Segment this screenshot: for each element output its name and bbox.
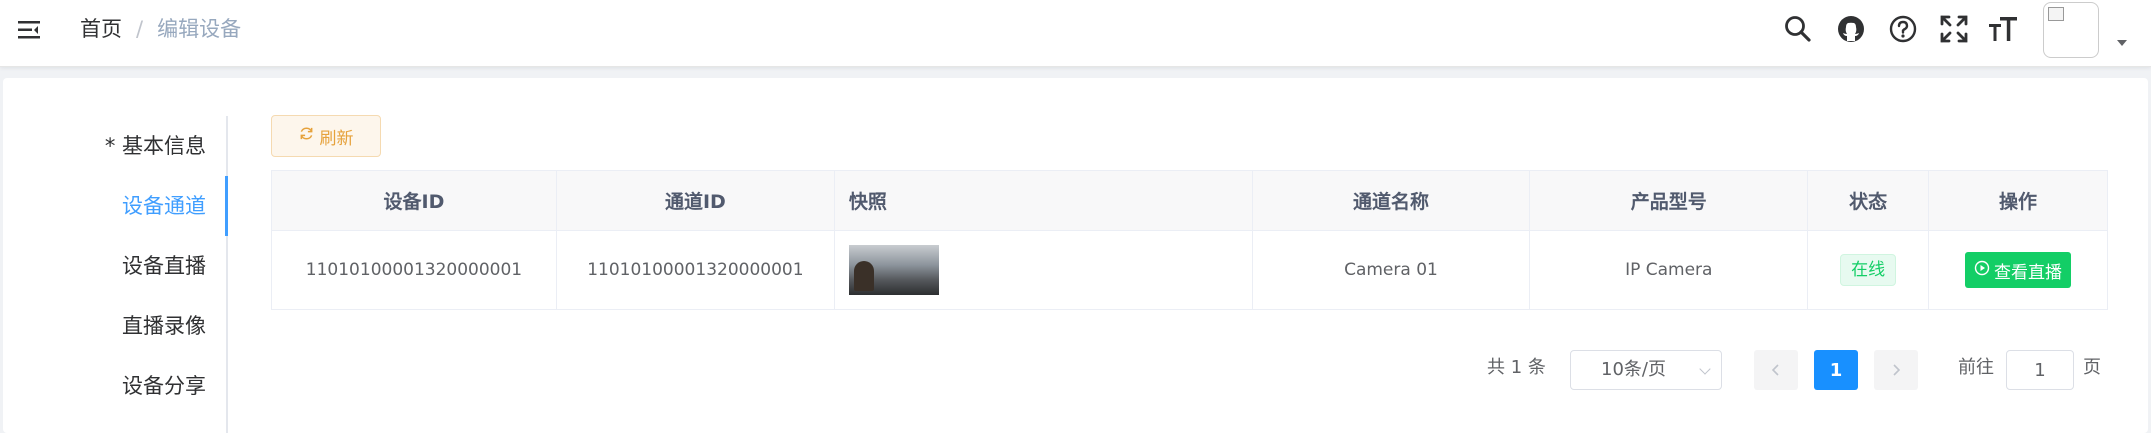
breadcrumb: 首页 / 编辑设备 bbox=[80, 15, 241, 43]
edit-device-card: * 基本信息 设备通道 设备直播 直播录像 设备分享 刷新 设备ID 通道ID … bbox=[3, 78, 2148, 433]
cell-snapshot bbox=[833, 230, 1253, 310]
header-device-id: 设备ID bbox=[271, 170, 557, 231]
font-size-icon[interactable] bbox=[1988, 14, 2018, 44]
cell-channel-name: Camera 01 bbox=[1251, 230, 1531, 310]
play-circle-icon bbox=[1974, 260, 1990, 281]
cell-device-id: 11010100001320000001 bbox=[271, 230, 557, 310]
tab-device-share[interactable]: 设备分享 bbox=[122, 356, 206, 416]
goto-page-input[interactable] bbox=[2006, 350, 2074, 390]
chevron-right-icon bbox=[1893, 364, 1901, 376]
top-navbar: 首页 / 编辑设备 bbox=[0, 0, 2151, 67]
chevron-down-icon bbox=[1699, 363, 1711, 375]
header-status: 状态 bbox=[1807, 170, 1930, 231]
refresh-icon bbox=[299, 126, 314, 146]
refresh-button[interactable]: 刷新 bbox=[271, 115, 381, 157]
header-product-model: 产品型号 bbox=[1529, 170, 1809, 231]
channel-table: 设备ID 通道ID 快照 通道名称 产品型号 状态 操作 11010100001… bbox=[271, 170, 2108, 310]
header-action: 操作 bbox=[1928, 170, 2108, 231]
breadcrumb-home[interactable]: 首页 bbox=[80, 15, 122, 43]
github-icon[interactable] bbox=[1836, 14, 1866, 44]
status-badge: 在线 bbox=[1840, 254, 1897, 286]
view-live-button-label: 查看直播 bbox=[1994, 262, 2063, 283]
search-icon[interactable] bbox=[1783, 14, 1813, 44]
table-header-row: 设备ID 通道ID 快照 通道名称 产品型号 状态 操作 bbox=[271, 170, 2108, 231]
vertical-tabs: * 基本信息 设备通道 设备直播 直播录像 设备分享 bbox=[3, 116, 228, 433]
fullscreen-icon[interactable] bbox=[1939, 14, 1969, 44]
page-number-1[interactable]: 1 bbox=[1814, 350, 1858, 390]
page-size-select[interactable]: 10条/页 bbox=[1570, 350, 1722, 390]
page-size-value: 10条/页 bbox=[1601, 359, 1666, 380]
view-live-button[interactable]: 查看直播 bbox=[1965, 252, 2072, 288]
chevron-down-icon[interactable] bbox=[2117, 40, 2127, 46]
header-channel-id: 通道ID bbox=[555, 170, 835, 231]
chevron-left-icon bbox=[1771, 364, 1779, 376]
pagination-total: 共 1 条 bbox=[1487, 357, 1546, 378]
header-snapshot: 快照 bbox=[833, 170, 1253, 231]
hamburger-icon[interactable] bbox=[18, 18, 44, 42]
goto-label: 前往 bbox=[1958, 357, 1994, 378]
avatar-image bbox=[2043, 2, 2099, 58]
tab-device-channel[interactable]: 设备通道 bbox=[122, 176, 206, 236]
page-suffix: 页 bbox=[2083, 357, 2101, 378]
next-page-button[interactable] bbox=[1874, 350, 1918, 390]
table-row: 11010100001320000001 1101010000132000000… bbox=[271, 230, 2108, 310]
active-tab-indicator bbox=[225, 176, 228, 236]
cell-action: 查看直播 bbox=[1928, 230, 2108, 310]
cell-channel-id: 11010100001320000001 bbox=[555, 230, 835, 310]
tab-basic-info[interactable]: * 基本信息 bbox=[105, 116, 206, 176]
cell-product-model: IP Camera bbox=[1529, 230, 1809, 310]
header-channel-name: 通道名称 bbox=[1251, 170, 1531, 231]
breadcrumb-separator: / bbox=[136, 17, 144, 41]
tab-live-recording[interactable]: 直播录像 bbox=[122, 296, 206, 356]
tab-device-live[interactable]: 设备直播 bbox=[122, 236, 206, 296]
snapshot-thumbnail[interactable] bbox=[848, 245, 939, 295]
breadcrumb-current: 编辑设备 bbox=[157, 17, 242, 41]
prev-page-button[interactable] bbox=[1754, 350, 1798, 390]
avatar[interactable] bbox=[2043, 2, 2101, 60]
refresh-button-label: 刷新 bbox=[319, 128, 354, 149]
cell-status: 在线 bbox=[1807, 230, 1930, 310]
question-icon[interactable] bbox=[1888, 14, 1918, 44]
